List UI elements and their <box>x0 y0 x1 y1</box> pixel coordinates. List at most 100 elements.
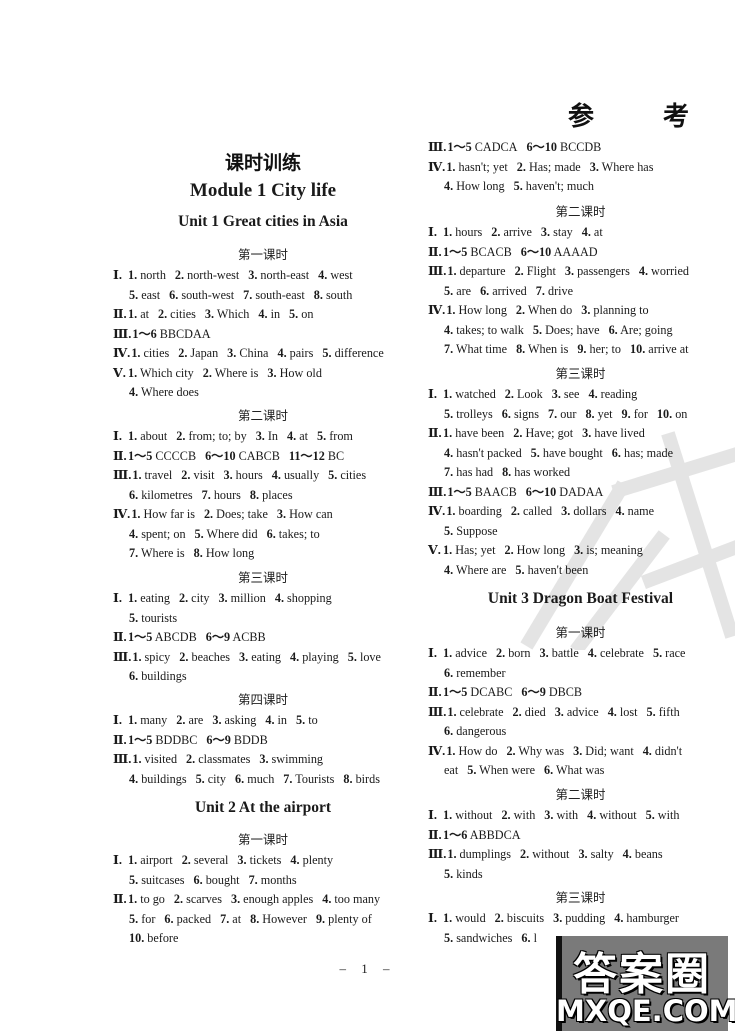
answer-item: 1～6 ABBDCA <box>443 827 521 842</box>
unit1-lesson3: 第三课时 Ⅰ. 1. eating 2. city 3. million 4. shopp… <box>113 567 413 687</box>
answer-item: 5. to <box>296 713 318 727</box>
answer-item: 3. planning to <box>581 303 649 317</box>
answer-line: Ⅲ.1. departure 2. Flight 3. passengers 4. w… <box>428 262 733 282</box>
answer-item: 2. Has; made <box>516 159 581 174</box>
answer-line: Ⅴ. 1. Has; yet 2. How long 3. is; meaning <box>428 541 733 561</box>
answer-item: 1. celebrate <box>447 704 504 719</box>
answer-item: 1. have been <box>443 426 505 440</box>
exercise-number: Ⅰ. <box>428 646 437 660</box>
answer-line: 7. What time 8. When is 9. her; to 10. arri… <box>428 340 733 360</box>
answer-line: Ⅱ.1～5 DCABC 6～9 DBCB <box>428 683 733 703</box>
exercise-number: Ⅰ. <box>428 808 437 822</box>
answer-item: 3. passengers <box>564 264 630 278</box>
answer-item: 4. west <box>318 268 353 282</box>
answer-item: 4. Where are <box>444 562 507 577</box>
logo-domain-text: MXQE.COM <box>556 994 735 1028</box>
unit2-lesson1: 第一课时 Ⅰ. 1. airport 2. several 3. tickets 4. p… <box>113 829 413 949</box>
lesson-heading: 第四课时 <box>237 692 288 707</box>
answer-item: 3. How old <box>267 365 322 380</box>
answer-line: Ⅳ.1. How do 2. Why was 3. Did; want 4. didn… <box>428 742 733 762</box>
answer-line: Ⅰ. 1. hours 2. arrive 3. stay 4. at <box>428 223 733 243</box>
answer-item: 5. with <box>645 808 680 822</box>
answer-line: Ⅰ. 1. would 2. biscuits 3. pudding 4. hambur… <box>428 909 733 929</box>
answer-item: 1～5 DCABC <box>443 685 513 699</box>
answer-line: Ⅱ.1. to go 2. scarves 3. enough apples 4. t… <box>113 890 413 910</box>
answer-line: Ⅲ.1. dumplings 2. without 3. salty 4. beans <box>428 845 733 865</box>
exercise-number: Ⅰ. <box>113 713 122 727</box>
answer-item: 4. didn't <box>642 743 683 758</box>
module-title: Module 1 City life <box>189 180 337 201</box>
answer-item: 4. lost <box>607 704 638 719</box>
answer-item: 1. hasn't; yet <box>446 159 508 174</box>
answer-line: Ⅳ.1. hasn't; yet 2. Has; made 3. Where has <box>428 158 733 178</box>
answer-item: 4. spent; on <box>129 526 186 541</box>
exercise-number: Ⅲ. <box>113 649 132 664</box>
answer-line: Ⅳ.1. cities 2. Japan 3. China 4. pairs 5. di… <box>113 344 413 364</box>
answer-item: 2. called <box>510 504 553 518</box>
lesson-heading: 第二课时 <box>237 408 288 423</box>
answer-item: 7. at <box>220 911 242 926</box>
answer-item: 7. months <box>248 872 297 887</box>
exercise-number: Ⅲ. <box>428 264 447 278</box>
answer-item: 3. have lived <box>582 426 645 440</box>
answer-line: eat 5. When were 6. What was <box>428 761 733 781</box>
answer-item: 2. Why was <box>506 743 565 758</box>
answer-item: 5. fifth <box>646 704 680 719</box>
answer-item: 7. south-east <box>243 287 305 302</box>
answer-item: 3. north-east <box>248 268 310 282</box>
answer-item: 5. Suppose <box>444 523 498 538</box>
exercise-number: Ⅰ. <box>428 387 437 401</box>
answer-item: 2. with <box>501 808 536 822</box>
answer-item: 2. from; to; by <box>176 429 247 443</box>
answer-item: 5. on <box>289 307 314 321</box>
exercise-number: Ⅰ. <box>113 268 122 282</box>
answer-item: 4. at <box>287 429 309 443</box>
exercise-number: Ⅰ. <box>113 591 122 605</box>
unit-1-title: Unit 1 Great cities in Asia <box>178 213 348 230</box>
answer-line: 7. Where is 8. How long <box>113 544 413 564</box>
answer-item: 1. would <box>443 911 486 925</box>
answer-item: 3. How can <box>276 507 333 521</box>
answer-item: 4. pairs <box>277 346 314 360</box>
answer-line: Ⅲ.1. travel 2. visit 3. hours 4. usually 5. … <box>113 466 413 486</box>
answer-line: Ⅰ. 1. watched 2. Look 3. see 4. reading <box>428 385 733 405</box>
answer-item: 5. cities <box>328 468 367 482</box>
answer-item: 2. Japan <box>178 346 219 360</box>
unit3-lesson1: 第一课时 Ⅰ. 1. advice 2. born 3. battle 4. celebr… <box>428 622 733 781</box>
exercise-number: Ⅰ. <box>428 911 437 925</box>
answer-item: 3. In <box>255 429 279 443</box>
answer-item: 1. about <box>128 429 168 443</box>
exercise-number: Ⅱ. <box>428 244 442 259</box>
answer-item: 5. sandwiches <box>444 930 513 945</box>
answer-item: 10. arrive at <box>630 342 689 356</box>
answer-item: 8. has worked <box>502 465 571 479</box>
answer-item: 2. scarves <box>173 892 222 906</box>
answer-item: 3. Which <box>204 307 250 321</box>
answer-item: 1. Has; yet <box>443 543 496 557</box>
answer-item: 5. Where did <box>194 526 258 541</box>
answer-item: 1. without <box>443 808 493 822</box>
unit2-lesson2: 第二课时 Ⅰ. 1. hours 2. arrive 3. stay 4. at Ⅱ.1～5… <box>428 201 733 360</box>
answer-item: 6. signs <box>501 406 539 421</box>
answer-line: 6. remember <box>428 664 733 684</box>
unit1-lesson1: 第一课时 Ⅰ. 1. north 2. north-west 3. north-east… <box>113 244 413 403</box>
exercise-number: Ⅳ. <box>428 743 446 758</box>
answer-item: 4. too many <box>322 892 381 906</box>
answer-line: Ⅳ.1. boarding 2. called 3. dollars 4. name <box>428 502 733 522</box>
answer-item: 4. playing <box>290 649 339 664</box>
answer-item: 5. tourists <box>129 610 178 625</box>
lesson-heading: 第一课时 <box>237 832 288 847</box>
answer-item: 4. at <box>581 225 603 239</box>
answer-item: 10. before <box>129 931 179 945</box>
answer-item: 5. from <box>317 429 353 443</box>
lesson-heading: 第二课时 <box>555 204 606 219</box>
answer-line: Ⅱ.1～6 ABBDCA <box>428 826 733 846</box>
answer-item: 2. north-west <box>174 268 240 282</box>
answer-line: Ⅰ. 1. north 2. north-west 3. north-east 4. w… <box>113 266 413 286</box>
answer-item: 7. Where is <box>129 546 185 560</box>
lesson-heading: 第一课时 <box>555 625 606 640</box>
answer-item: 4. hamburger <box>614 911 679 925</box>
answer-item: 3. with <box>544 808 579 822</box>
answer-item: 3. battle <box>539 646 579 660</box>
answer-item: 1～5 CCCCB <box>128 448 197 463</box>
